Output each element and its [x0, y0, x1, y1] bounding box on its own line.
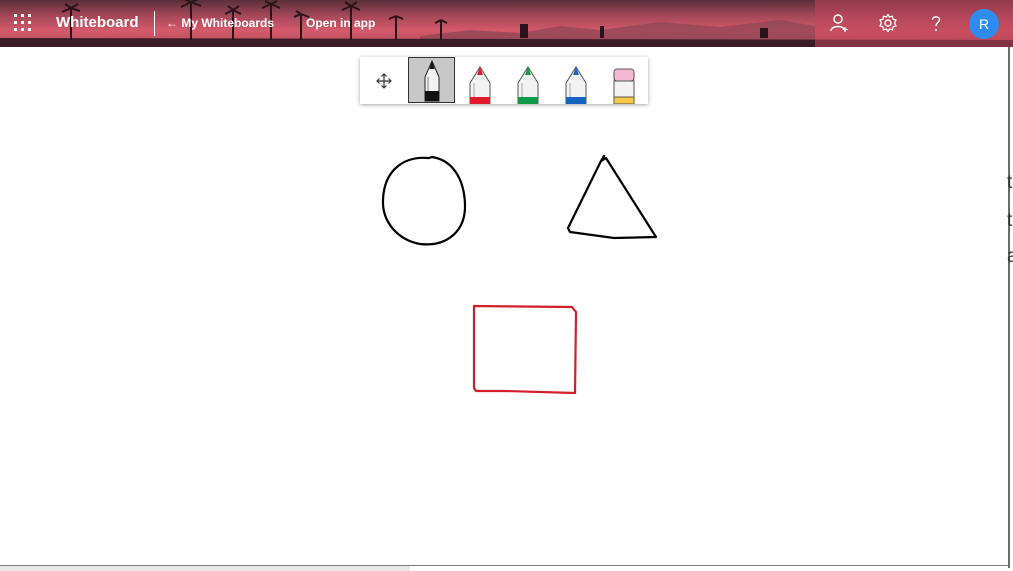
whiteboard-canvas[interactable]: [0, 47, 1008, 565]
background-text-fragment: a: [1007, 246, 1013, 267]
pen-toolbar: [360, 57, 648, 104]
black-pen-tool[interactable]: [408, 57, 456, 104]
background-text-fragment: t: [1007, 172, 1013, 193]
open-in-app-link[interactable]: Open in app: [306, 16, 375, 30]
drawn-triangle[interactable]: [566, 154, 658, 240]
header-divider: [154, 11, 155, 36]
move-pan-icon[interactable]: [360, 57, 408, 104]
user-avatar[interactable]: R: [969, 9, 999, 39]
background-page-strip: [0, 566, 410, 571]
eraser-tool[interactable]: [600, 57, 648, 104]
settings-gear-icon[interactable]: [877, 12, 899, 34]
drawing-layer: [381, 154, 658, 395]
app-title[interactable]: Whiteboard: [56, 14, 139, 31]
share-person-icon[interactable]: [828, 12, 850, 34]
drawn-rectangle[interactable]: [472, 304, 578, 395]
drawn-circle[interactable]: [381, 155, 467, 246]
help-question-icon[interactable]: [925, 12, 947, 34]
apps-waffle-icon[interactable]: [14, 14, 32, 32]
app-header: [0, 0, 1013, 47]
blue-pen-tool[interactable]: [552, 57, 600, 104]
background-text-fragment: t: [1007, 210, 1013, 231]
my-whiteboards-link[interactable]: ← My Whiteboards: [166, 16, 274, 30]
red-pen-tool[interactable]: [456, 57, 504, 104]
green-pen-tool[interactable]: [504, 57, 552, 104]
